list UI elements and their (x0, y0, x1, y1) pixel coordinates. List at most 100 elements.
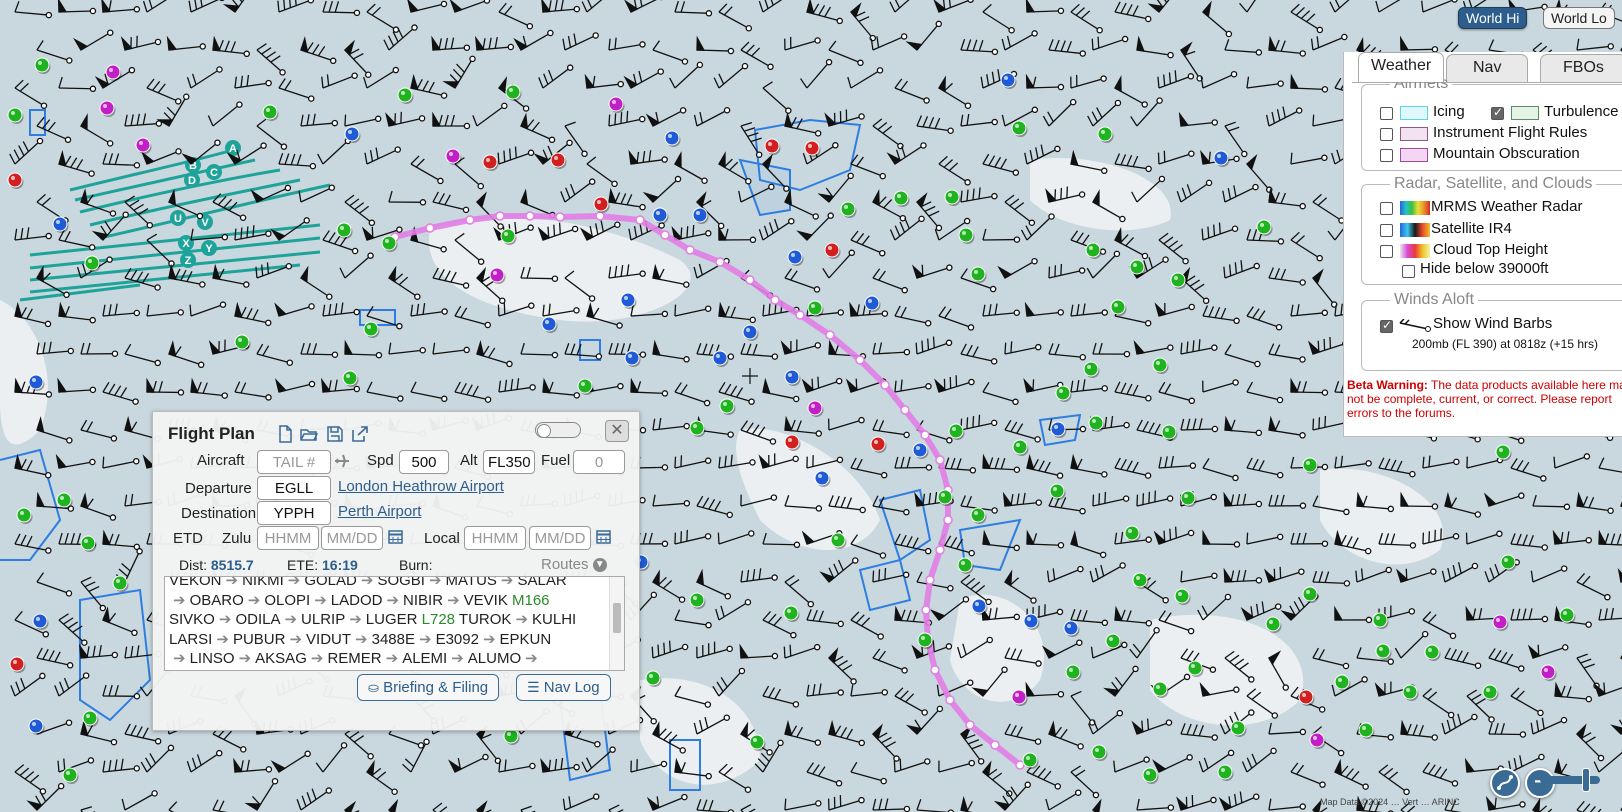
route-waypoint[interactable] (945, 695, 955, 705)
nav-log-button[interactable]: ☰ Nav Log (516, 674, 611, 701)
fuel-input[interactable] (573, 450, 625, 474)
briefing-icon: ⛀ (368, 680, 379, 695)
route-waypoint[interactable] (925, 575, 935, 585)
world-hi-button[interactable]: World Hi (1458, 7, 1528, 29)
speed-input[interactable] (399, 450, 449, 474)
waypoint: VIDUT (306, 630, 352, 648)
zoom-slider[interactable] (1540, 776, 1600, 784)
waypoint: LARSI (169, 630, 213, 648)
wind-barb-icon (1399, 319, 1431, 332)
mountain-checkbox[interactable] (1380, 149, 1393, 162)
new-file-icon[interactable] (276, 425, 294, 443)
route-waypoint[interactable] (425, 223, 435, 233)
turbulence-checkbox[interactable] (1491, 105, 1504, 120)
route-waypoint[interactable] (990, 740, 1000, 750)
etd-label: ETD (173, 530, 203, 547)
route-waypoint[interactable] (495, 211, 505, 221)
local-date-input[interactable] (529, 526, 591, 550)
save-icon[interactable] (326, 425, 344, 443)
open-folder-icon[interactable] (300, 425, 318, 443)
satellite-checkbox[interactable] (1380, 224, 1393, 237)
aircraft-input[interactable] (257, 450, 331, 474)
winds-legend: Winds Aloft (1394, 291, 1475, 308)
route-waypoint[interactable] (880, 380, 890, 390)
airmet-label-c: C (206, 164, 222, 180)
route-waypoint[interactable] (921, 605, 931, 615)
airway: M166 (507, 591, 550, 609)
route-waypoint[interactable] (935, 455, 945, 465)
route-waypoint[interactable] (920, 430, 930, 440)
airmet-label-d: D (184, 172, 200, 188)
local-time-input[interactable] (464, 526, 526, 550)
close-button[interactable]: ✕ (605, 420, 629, 442)
route-waypoint[interactable] (1015, 760, 1025, 770)
beta-warning: Beta Warning: The data products availabl… (1347, 378, 1622, 420)
cloud-top-checkbox[interactable] (1380, 245, 1393, 258)
briefing-filing-button[interactable]: ⛀ Briefing & Filing (357, 674, 500, 701)
departure-label: Departure (185, 480, 252, 497)
route-waypoint[interactable] (660, 230, 670, 240)
route-tool-button[interactable] (1490, 768, 1520, 798)
route-waypoint[interactable] (825, 330, 835, 340)
routes-dropdown[interactable]: Routes ▼ (541, 556, 607, 573)
route-waypoint[interactable] (935, 545, 945, 555)
wind-barbs-checkbox[interactable] (1380, 318, 1393, 333)
waypoint: GOLAD (304, 576, 357, 589)
icing-checkbox[interactable] (1380, 107, 1393, 120)
zulu-time-input[interactable] (257, 526, 319, 550)
waypoint: KULHI (532, 611, 577, 628)
zulu-date-input[interactable] (321, 526, 383, 550)
route-waypoint[interactable] (795, 310, 805, 320)
route-waypoint[interactable] (715, 257, 725, 267)
departure-input[interactable] (257, 476, 331, 500)
hide-below-checkbox[interactable] (1402, 265, 1415, 278)
arrow-icon: ➔ (284, 611, 298, 628)
hide-below-label: Hide below 39000ft (1420, 260, 1549, 277)
route-waypoint[interactable] (595, 211, 605, 221)
map-attribution: Map Data ©2024 … Vert … ARINC (1320, 797, 1460, 807)
airplane-icon[interactable] (334, 453, 350, 469)
world-lo-button[interactable]: World Lo (1543, 7, 1615, 29)
route-waypoint[interactable] (525, 211, 535, 221)
calendar-icon[interactable] (388, 529, 403, 544)
satellite-swatch (1400, 223, 1430, 237)
route-waypoint[interactable] (930, 665, 940, 675)
share-icon[interactable] (351, 425, 369, 443)
arrow-icon: ➔ (500, 576, 514, 589)
waypoint: SALAR (517, 576, 567, 589)
tab-weather[interactable]: Weather (1358, 52, 1445, 82)
waypoint: 3488E (371, 630, 415, 648)
route-scrollbar-thumb[interactable] (613, 603, 621, 633)
arrow-icon: ➔ (225, 576, 239, 589)
route-waypoint[interactable] (635, 215, 645, 225)
arrow-icon: ➔ (218, 611, 232, 628)
route-waypoint[interactable] (685, 245, 695, 255)
arrow-icon: ➔ (428, 576, 442, 589)
route-line: VEKON ➔ NIKMI ➔ GOLAD ➔ SOGBI ➔ MATUS ➔ SALAR (169, 576, 606, 591)
ifr-checkbox[interactable] (1380, 128, 1393, 141)
layer-panel: Weather Nav FBOs Airmets Icing Turbulenc… (1343, 52, 1622, 437)
calendar-icon[interactable] (596, 529, 611, 544)
route-waypoint[interactable] (770, 295, 780, 305)
route-textarea[interactable]: VEKON ➔ NIKMI ➔ GOLAD ➔ SOGBI ➔ MATUS ➔ SALAR ➔ OBAR… (164, 576, 625, 671)
zoom-slider-handle[interactable] (1582, 768, 1590, 792)
mrms-radar-checkbox[interactable] (1380, 202, 1393, 215)
route-waypoint[interactable] (745, 275, 755, 285)
route-waypoint[interactable] (943, 515, 953, 525)
list-icon: ☰ (527, 679, 540, 695)
destination-input[interactable] (257, 501, 331, 525)
route-waypoint[interactable] (855, 355, 865, 365)
altitude-input[interactable] (483, 450, 535, 474)
route-waypoint[interactable] (555, 212, 565, 222)
destination-airport-link[interactable]: Perth Airport (338, 503, 421, 520)
route-waypoint[interactable] (465, 215, 475, 225)
route-waypoint[interactable] (965, 720, 975, 730)
cloud-top-label: Cloud Top Height (1433, 241, 1548, 258)
route-scrollbar[interactable] (609, 577, 624, 670)
departure-airport-link[interactable]: London Heathrow Airport (338, 478, 504, 495)
flight-plan-toggle[interactable] (535, 422, 581, 438)
arrow-icon: ➔ (349, 611, 362, 628)
svg-text:D: D (188, 175, 196, 187)
route-line: LARSI ➔ PUBUR ➔ VIDUT ➔ 3488E ➔ E3092 ➔ EPKUN (169, 630, 606, 650)
route-waypoint[interactable] (900, 405, 910, 415)
